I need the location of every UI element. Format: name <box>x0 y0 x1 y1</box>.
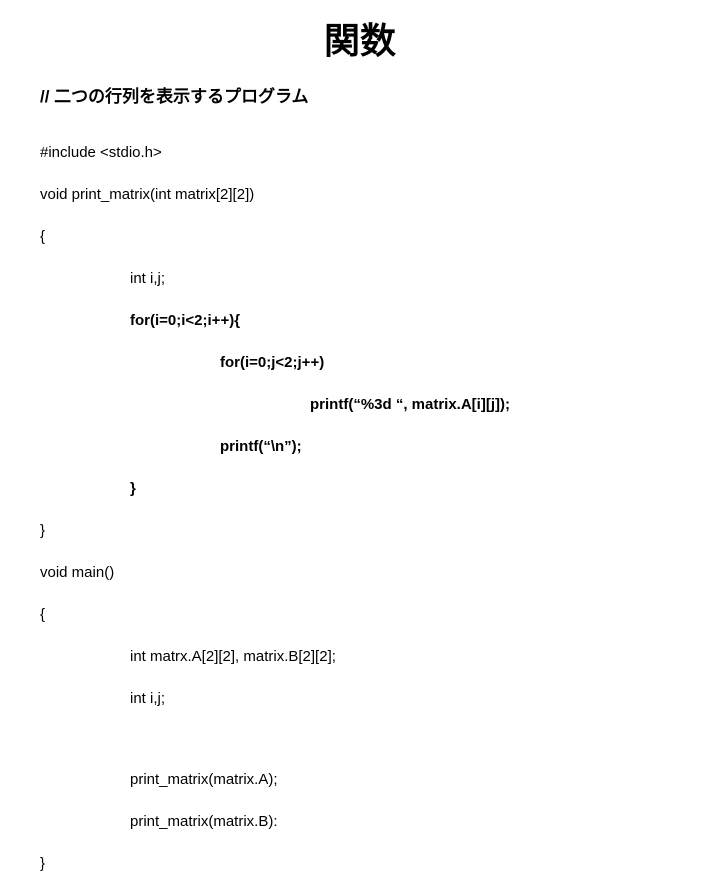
code-line: void main() <box>40 562 680 583</box>
code-line: } <box>40 520 680 541</box>
code-block: #include <stdio.h> void print_matrix(int… <box>40 121 680 895</box>
code-line: { <box>40 226 680 247</box>
code-line: int matrx.A[2][2], matrix.B[2][2]; <box>40 646 680 667</box>
code-line: int i,j; <box>40 688 680 709</box>
code-line: int i,j; <box>40 268 680 289</box>
blank-line <box>40 730 680 748</box>
code-line: print_matrix(matrix.A); <box>40 769 680 790</box>
code-line: void print_matrix(int matrix[2][2]) <box>40 184 680 205</box>
code-line: } <box>40 853 680 874</box>
code-line: printf(“\n”); <box>40 436 680 457</box>
slide-title: 関数 <box>40 12 680 64</box>
code-line: printf(“%3d “, matrix.A[i][j]); <box>40 394 680 415</box>
code-line: for(i=0;i<2;i++){ <box>40 310 680 331</box>
code-line: } <box>40 478 680 499</box>
code-line: for(i=0;j<2;j++) <box>40 352 680 373</box>
code-line: #include <stdio.h> <box>40 142 680 163</box>
code-line: print_matrix(matrix.B): <box>40 811 680 832</box>
code-comment: // 二つの行列を表示するプログラム <box>40 82 680 107</box>
code-line: { <box>40 604 680 625</box>
